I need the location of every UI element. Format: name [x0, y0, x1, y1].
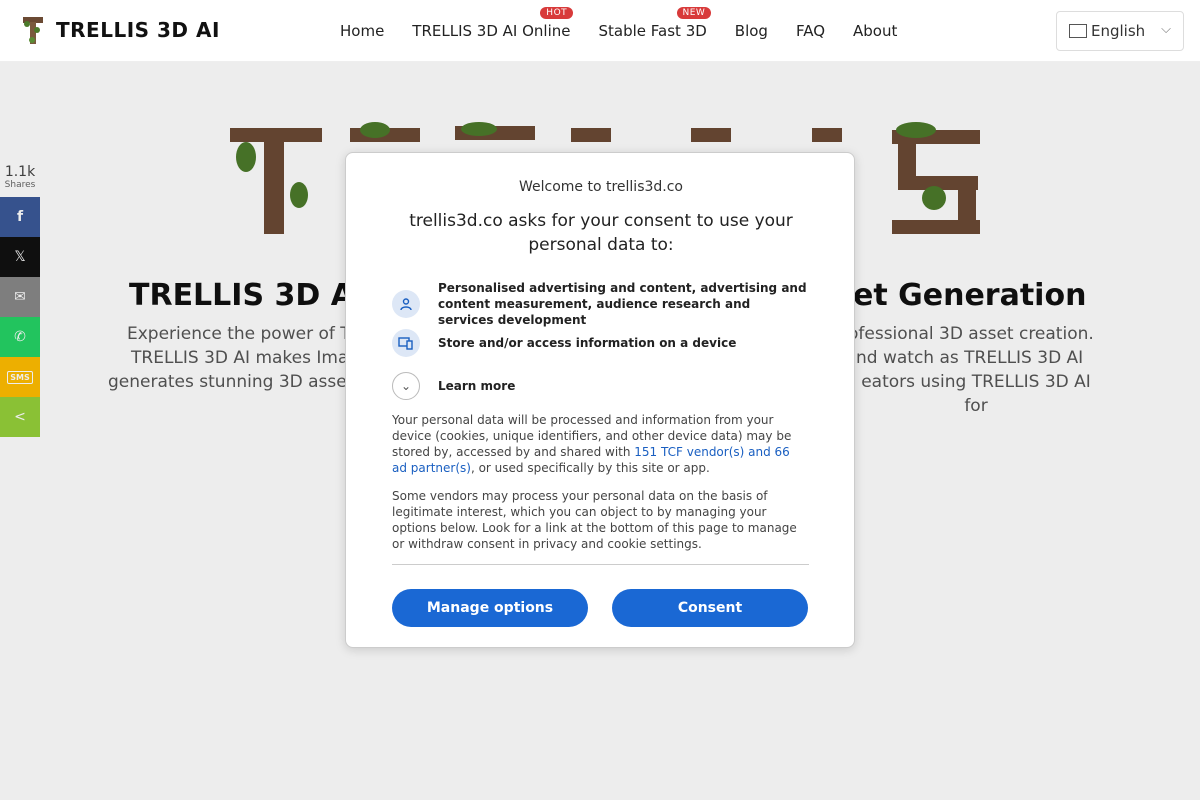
legitimate-interest-paragraph: Some vendors may process your personal d…	[392, 489, 797, 551]
flag-icon	[1069, 24, 1087, 38]
person-icon	[392, 290, 420, 318]
purpose-text: Store and/or access information on a dev…	[438, 336, 737, 350]
dialog-divider	[392, 564, 809, 565]
learn-more-toggle[interactable]: ⌄ Learn more	[392, 372, 515, 400]
nav-faq[interactable]: FAQ	[796, 22, 825, 40]
nav-blog-label: Blog	[734, 22, 768, 40]
consent-dialog: Welcome to trellis3d.co trellis3d.co ask…	[345, 152, 855, 648]
chevron-down-icon: ⌵	[1161, 22, 1171, 37]
nav-about[interactable]: About	[853, 22, 897, 40]
site-header: TRELLIS 3D AI Home TRELLIS 3D AI Online …	[0, 0, 1200, 62]
purpose-item: Personalised advertising and content, ad…	[392, 280, 808, 328]
nav-stable-fast-3d-label: Stable Fast 3D	[598, 22, 707, 40]
nav-faq-label: FAQ	[795, 22, 826, 40]
logo-text[interactable]: TRELLIS 3D AI	[56, 18, 220, 42]
hot-badge: HOT	[540, 7, 574, 19]
nav-trellis-online[interactable]: TRELLIS 3D AI Online HOT	[412, 7, 574, 40]
dialog-heading: trellis3d.co asks for your consent to us…	[409, 211, 793, 255]
chevron-down-icon: ⌄	[392, 372, 420, 400]
nav-stable-fast-3d[interactable]: Stable Fast 3D NEW	[598, 7, 712, 40]
language-select[interactable]: English ⌵	[1056, 11, 1184, 51]
consent-paragraph: Your personal data will be processed and…	[392, 412, 808, 476]
consent-button[interactable]: Consent	[612, 589, 808, 627]
device-icon	[392, 329, 420, 357]
main-nav: Home TRELLIS 3D AI Online HOT Stable Fas…	[340, 7, 897, 40]
nav-trellis-online-label: TRELLIS 3D AI Online	[412, 22, 571, 40]
nav-home-label: Home	[340, 22, 385, 40]
consent-paragraph-text: , or used specifically by this site or a…	[470, 461, 710, 475]
purpose-text: Personalised advertising and content, ad…	[438, 281, 807, 327]
language-label: English	[1091, 22, 1146, 40]
nav-about-label: About	[853, 22, 898, 40]
learn-more-label: Learn more	[438, 379, 516, 393]
manage-options-button[interactable]: Manage options	[392, 589, 588, 627]
purpose-item: Store and/or access information on a dev…	[392, 329, 736, 357]
nav-home[interactable]: Home	[340, 22, 384, 40]
new-badge: NEW	[676, 7, 712, 19]
dialog-welcome: Welcome to trellis3d.co	[518, 179, 683, 195]
nav-blog[interactable]: Blog	[735, 22, 768, 40]
logo-icon[interactable]	[22, 16, 44, 46]
